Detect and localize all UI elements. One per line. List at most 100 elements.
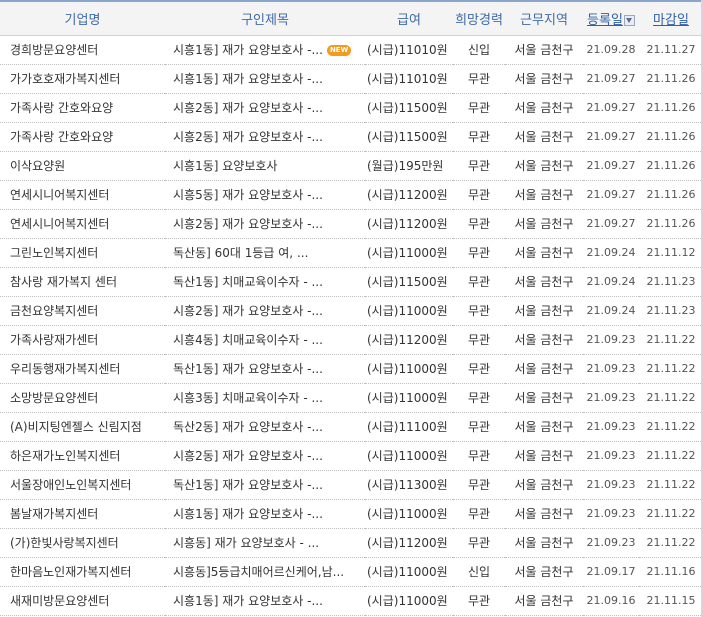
company-name[interactable]: 연세시니어복지센터 — [0, 180, 165, 210]
pay: (시급)11200원 — [365, 325, 453, 355]
job-title-cell[interactable]: 독산1동] 재가 요양보호사 -... — [165, 354, 365, 384]
company-name[interactable]: 가가호호재가복지센터 — [0, 64, 165, 94]
job-title-cell[interactable]: 독산동] 60대 1등급 여, ... — [165, 238, 365, 268]
company-name[interactable]: 가족사랑 간호와요양 — [0, 122, 165, 152]
job-title-cell[interactable]: 독산1동] 재가 요양보호사 -... — [165, 470, 365, 500]
company-name[interactable]: 서울장애인노인복지센터 — [0, 470, 165, 500]
registered-date: 21.09.23 — [583, 383, 639, 413]
table-row[interactable]: 서울장애인노인복지센터 독산1동] 재가 요양보호사 -... (시급)11300원… — [0, 470, 703, 500]
job-title-link[interactable]: 독산1동] 치매교육이수자 - ... — [173, 275, 323, 289]
experience: 신입 — [453, 557, 505, 587]
deadline-date: 21.11.22 — [639, 470, 703, 500]
table-row[interactable]: 소망방문요양센터 시흥3동] 치매교육이수자 - ... (시급)11000원 무관 서… — [0, 383, 703, 413]
table-row[interactable]: 가족사랑 간호와요양 시흥2동] 재가 요양보호사 -... (시급)11500원 무… — [0, 93, 703, 123]
company-name[interactable]: 소망방문요양센터 — [0, 383, 165, 413]
job-title-link[interactable]: 시흥4동] 치매교육이수자 - ... — [173, 333, 323, 347]
job-title-cell[interactable]: 시흥1동] 재가 요양보호사 -... NEW — [165, 35, 365, 65]
company-name[interactable]: 한마음노인재가복지센터 — [0, 557, 165, 587]
job-listing: 기업명 구인제목 급여 희망경력 근무지역 등록일 마감일 경희방문요양센터 시흥… — [0, 0, 703, 617]
table-row[interactable]: 연세시니어복지센터 시흥2동] 재가 요양보호사 -... (시급)11200원 무관… — [0, 209, 703, 239]
job-title-link[interactable]: 시흥2동] 재가 요양보호사 -... — [173, 101, 323, 115]
job-title-link[interactable]: 시흥1동] 재가 요양보호사 -... — [173, 72, 323, 86]
table-row[interactable]: 하은재가노인복지센터 시흥2동] 재가 요양보호사 -... (시급)11000원 무… — [0, 441, 703, 471]
header-deadline[interactable]: 마감일 — [653, 13, 689, 28]
job-title-link[interactable]: 시흥1동] 재가 요양보호사 -... — [173, 594, 323, 608]
company-name[interactable]: 연세시니어복지센터 — [0, 209, 165, 239]
company-name[interactable]: 가족사랑 간호와요양 — [0, 93, 165, 123]
deadline-date: 21.11.12 — [639, 238, 703, 268]
deadline-date: 21.11.26 — [639, 122, 703, 152]
job-title-link[interactable]: 시흥1동] 재가 요양보호사 -... — [173, 43, 323, 57]
job-title-cell[interactable]: 시흥2동] 재가 요양보호사 -... — [165, 209, 365, 239]
registered-date: 21.09.27 — [583, 64, 639, 94]
company-name[interactable]: 경희방문요양센터 — [0, 35, 165, 65]
pay: (시급)11200원 — [365, 180, 453, 210]
experience: 무관 — [453, 499, 505, 529]
job-title-cell[interactable]: 시흥동] 재가 요양보호사 - ... — [165, 528, 365, 558]
job-title-link[interactable]: 시흥1동] 재가 요양보호사 -... — [173, 507, 323, 521]
table-row[interactable]: 그린노인복지센터 독산동] 60대 1등급 여, ... (시급)11000원 무관 서… — [0, 238, 703, 268]
table-row[interactable]: 가가호호재가복지센터 시흥1동] 재가 요양보호사 -... (시급)11010원 무… — [0, 64, 703, 94]
job-title-cell[interactable]: 독산2동] 재가 요양보호사 -... — [165, 412, 365, 442]
registered-date: 21.09.23 — [583, 354, 639, 384]
job-title-link[interactable]: 시흥동]5등급치매어르신케어,남... — [173, 565, 344, 579]
table-row[interactable]: (A)비지팅엔젤스 신림지점 독산2동] 재가 요양보호사 -... (시급)111… — [0, 412, 703, 442]
company-name[interactable]: 참사랑 재가복지 센터 — [0, 267, 165, 297]
table-row[interactable]: 연세시니어복지센터 시흥5동] 재가 요양보호사 -... (시급)11200원 무관… — [0, 180, 703, 210]
deadline-date: 21.11.23 — [639, 267, 703, 297]
table-row[interactable]: 가족사랑재가센터 시흥4동] 치매교육이수자 - ... (시급)11200원 무관 서… — [0, 325, 703, 355]
company-name[interactable]: 새재미방문요양센터 — [0, 586, 165, 616]
job-title-cell[interactable]: 시흥2동] 재가 요양보호사 -... — [165, 122, 365, 152]
job-title-link[interactable]: 시흥2동] 재가 요양보호사 -... — [173, 449, 323, 463]
company-name[interactable]: 봄날재가복지센터 — [0, 499, 165, 529]
table-row[interactable]: 금천요양복지센터 시흥2동] 재가 요양보호사 -... (시급)11000원 무관 서… — [0, 296, 703, 326]
job-title-cell[interactable]: 시흥1동] 재가 요양보호사 -... — [165, 499, 365, 529]
job-title-cell[interactable]: 시흥2동] 재가 요양보호사 -... — [165, 296, 365, 326]
job-title-cell[interactable]: 시흥2동] 재가 요양보호사 -... — [165, 441, 365, 471]
job-title-link[interactable]: 시흥5동] 재가 요양보호사 -... — [173, 188, 323, 202]
experience: 신입 — [453, 35, 505, 65]
job-title-cell[interactable]: 시흥1동] 재가 요양보호사 -... — [165, 586, 365, 616]
table-row[interactable]: 경희방문요양센터 시흥1동] 재가 요양보호사 -... NEW (시급)11010원… — [0, 35, 703, 65]
job-title-link[interactable]: 시흥2동] 재가 요양보호사 -... — [173, 217, 323, 231]
table-row[interactable]: (가)한빛사랑복지센터 시흥동] 재가 요양보호사 - ... (시급)11200원… — [0, 528, 703, 558]
job-title-cell[interactable]: 독산1동] 치매교육이수자 - ... — [165, 267, 365, 297]
company-name[interactable]: (가)한빛사랑복지센터 — [0, 528, 165, 558]
job-title-link[interactable]: 독산2동] 재가 요양보호사 -... — [173, 420, 323, 434]
header-registered[interactable]: 등록일 — [587, 13, 623, 28]
job-title-link[interactable]: 독산동] 60대 1등급 여, ... — [173, 246, 308, 260]
table-row[interactable]: 한마음노인재가복지센터 시흥동]5등급치매어르신케어,남... (시급)11000원… — [0, 557, 703, 587]
table-row[interactable]: 이삭요양원 시흥1동] 요양보호사 (월급)195만원 무관 서울 금천구 21.09.2… — [0, 151, 703, 181]
company-name[interactable]: 가족사랑재가센터 — [0, 325, 165, 355]
region: 서울 금천구 — [505, 238, 583, 268]
job-title-cell[interactable]: 시흥동]5등급치매어르신케어,남... — [165, 557, 365, 587]
table-row[interactable]: 새재미방문요양센터 시흥1동] 재가 요양보호사 -... (시급)11000원 무관… — [0, 586, 703, 616]
job-title-cell[interactable]: 시흥4동] 치매교육이수자 - ... — [165, 325, 365, 355]
job-title-link[interactable]: 시흥2동] 재가 요양보호사 -... — [173, 304, 323, 318]
company-name[interactable]: 우리동행재가복지센터 — [0, 354, 165, 384]
job-title-link[interactable]: 독산1동] 재가 요양보호사 -... — [173, 362, 323, 376]
job-title-link[interactable]: 시흥동] 재가 요양보호사 - ... — [173, 536, 319, 550]
sort-registered-button[interactable]: 등록일 — [583, 0, 639, 36]
company-name[interactable]: 금천요양복지센터 — [0, 296, 165, 326]
job-title-cell[interactable]: 시흥1동] 요양보호사 — [165, 151, 365, 181]
job-title-link[interactable]: 시흥3동] 치매교육이수자 - ... — [173, 391, 323, 405]
company-name[interactable]: 하은재가노인복지센터 — [0, 441, 165, 471]
table-row[interactable]: 봄날재가복지센터 시흥1동] 재가 요양보호사 -... (시급)11000원 무관 서… — [0, 499, 703, 529]
sort-down-icon[interactable] — [623, 14, 635, 26]
job-title-cell[interactable]: 시흥1동] 재가 요양보호사 -... — [165, 64, 365, 94]
job-title-link[interactable]: 시흥1동] 요양보호사 — [173, 159, 277, 173]
company-name[interactable]: (A)비지팅엔젤스 신림지점 — [0, 412, 165, 442]
job-title-cell[interactable]: 시흥5동] 재가 요양보호사 -... — [165, 180, 365, 210]
experience: 무관 — [453, 470, 505, 500]
job-title-cell[interactable]: 시흥3동] 치매교육이수자 - ... — [165, 383, 365, 413]
company-name[interactable]: 그린노인복지센터 — [0, 238, 165, 268]
table-row[interactable]: 우리동행재가복지센터 독산1동] 재가 요양보호사 -... (시급)11000원 무… — [0, 354, 703, 384]
job-title-link[interactable]: 시흥2동] 재가 요양보호사 -... — [173, 130, 323, 144]
company-name[interactable]: 이삭요양원 — [0, 151, 165, 181]
job-title-link[interactable]: 독산1동] 재가 요양보호사 -... — [173, 478, 323, 492]
job-title-cell[interactable]: 시흥2동] 재가 요양보호사 -... — [165, 93, 365, 123]
sort-deadline-button[interactable]: 마감일 — [639, 0, 703, 36]
table-row[interactable]: 가족사랑 간호와요양 시흥2동] 재가 요양보호사 -... (시급)11500원 무… — [0, 122, 703, 152]
table-row[interactable]: 참사랑 재가복지 센터 독산1동] 치매교육이수자 - ... (시급)11500원… — [0, 267, 703, 297]
